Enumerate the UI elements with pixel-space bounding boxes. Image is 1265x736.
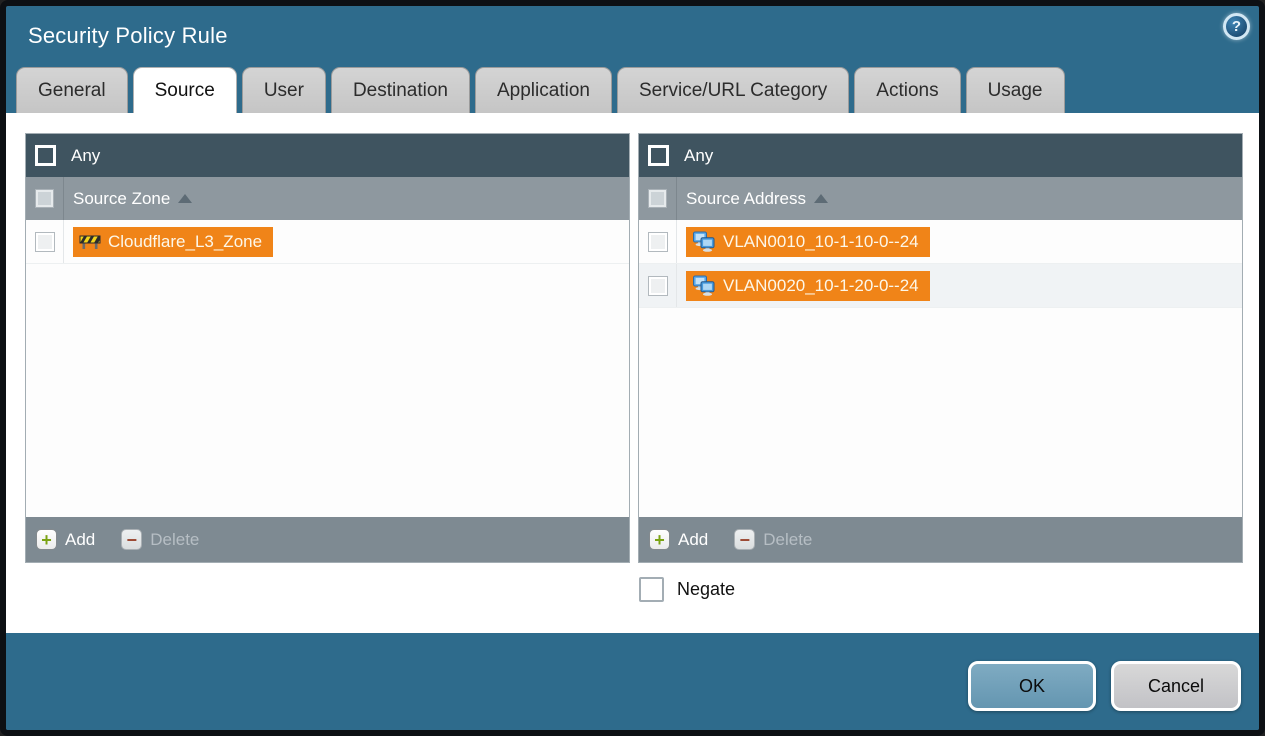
source-zone-column-header: Source Zone <box>26 177 629 220</box>
tab-actions[interactable]: Actions <box>854 67 961 113</box>
source-zone-list: Cloudflare_L3_Zone <box>26 220 629 517</box>
any-checkbox[interactable] <box>648 145 669 166</box>
tab-source[interactable]: Source <box>132 67 237 113</box>
source-zone-panel: Any Source Zone Cloudflare_L3_Zone + Add… <box>25 133 630 563</box>
selected-object-chip[interactable]: VLAN0020_10-1-20-0--24 <box>686 270 930 301</box>
delete-label: Delete <box>763 529 813 549</box>
row-checkbox[interactable] <box>34 231 55 252</box>
delete-button[interactable]: − Delete <box>121 529 199 550</box>
column-header-label: Source Zone <box>73 188 171 208</box>
any-label: Any <box>684 145 714 165</box>
add-label: Add <box>65 529 96 549</box>
sort-ascending-icon <box>178 194 193 203</box>
delete-label: Delete <box>150 529 200 549</box>
source-address-any-header: Any <box>639 134 1242 177</box>
source-address-column-header: Source Address <box>639 177 1242 220</box>
address-group-icon <box>692 231 716 252</box>
tab-bar: General Source User Destination Application S… <box>6 65 1259 113</box>
source-zone-any-header: Any <box>26 134 629 177</box>
add-label: Add <box>678 529 709 549</box>
object-label: VLAN0020_10-1-20-0--24 <box>723 275 919 295</box>
add-button[interactable]: + Add <box>36 529 95 550</box>
column-sort-control[interactable]: Source Zone <box>64 177 193 220</box>
tab-destination[interactable]: Destination <box>330 67 470 113</box>
delete-icon: − <box>121 529 143 550</box>
column-sort-control[interactable]: Source Address <box>677 177 829 220</box>
negate-label: Negate <box>677 579 736 599</box>
table-row: VLAN0020_10-1-20-0--24 <box>639 264 1242 308</box>
source-address-footer: + Add − Delete <box>639 517 1242 562</box>
help-icon[interactable]: ? <box>1223 13 1250 40</box>
dialog-titlebar: Security Policy Rule ? <box>6 6 1259 65</box>
panels-container: Any Source Zone Cloudflare_L3_Zone + Add… <box>25 133 1243 563</box>
object-label: VLAN0010_10-1-10-0--24 <box>723 231 919 251</box>
sort-ascending-icon <box>814 194 829 203</box>
address-group-icon <box>692 275 716 296</box>
security-policy-rule-dialog: Security Policy Rule ? General Source User… <box>0 0 1265 736</box>
zone-icon <box>79 233 101 250</box>
tab-service-url-category[interactable]: Service/URL Category <box>616 67 850 113</box>
add-button[interactable]: + Add <box>649 529 708 550</box>
tab-user[interactable]: User <box>241 67 326 113</box>
tab-usage[interactable]: Usage <box>965 67 1065 113</box>
table-row: Cloudflare_L3_Zone <box>26 220 629 264</box>
add-icon: + <box>36 529 57 550</box>
negate-checkbox[interactable] <box>639 577 664 602</box>
tab-content: Any Source Zone Cloudflare_L3_Zone + Add… <box>6 113 1259 633</box>
column-header-label: Source Address <box>686 188 807 208</box>
object-label: Cloudflare_L3_Zone <box>108 231 263 251</box>
delete-icon: − <box>734 529 756 550</box>
add-icon: + <box>649 529 670 550</box>
selected-object-chip[interactable]: Cloudflare_L3_Zone <box>73 226 274 257</box>
ok-button[interactable]: OK <box>968 661 1096 711</box>
any-label: Any <box>71 145 101 165</box>
source-address-panel: Any Source Address VLAN0010_10-1-10-0--2… <box>638 133 1243 563</box>
source-address-list: VLAN0010_10-1-10-0--24 VLAN0020_10-1-20-0… <box>639 220 1242 517</box>
tab-general[interactable]: General <box>16 67 128 113</box>
row-checkbox[interactable] <box>647 231 668 252</box>
source-zone-footer: + Add − Delete <box>26 517 629 562</box>
select-all-checkbox[interactable] <box>648 189 667 208</box>
table-row: VLAN0010_10-1-10-0--24 <box>639 220 1242 264</box>
dialog-button-bar: OK Cancel <box>6 633 1259 730</box>
negate-row: Negate <box>639 577 1243 602</box>
delete-button[interactable]: − Delete <box>734 529 812 550</box>
row-checkbox[interactable] <box>647 275 668 296</box>
dialog-title: Security Policy Rule <box>28 22 228 48</box>
tab-application[interactable]: Application <box>475 67 612 113</box>
select-all-checkbox[interactable] <box>35 189 54 208</box>
cancel-button[interactable]: Cancel <box>1111 661 1241 711</box>
selected-object-chip[interactable]: VLAN0010_10-1-10-0--24 <box>686 226 930 257</box>
any-checkbox[interactable] <box>35 145 56 166</box>
